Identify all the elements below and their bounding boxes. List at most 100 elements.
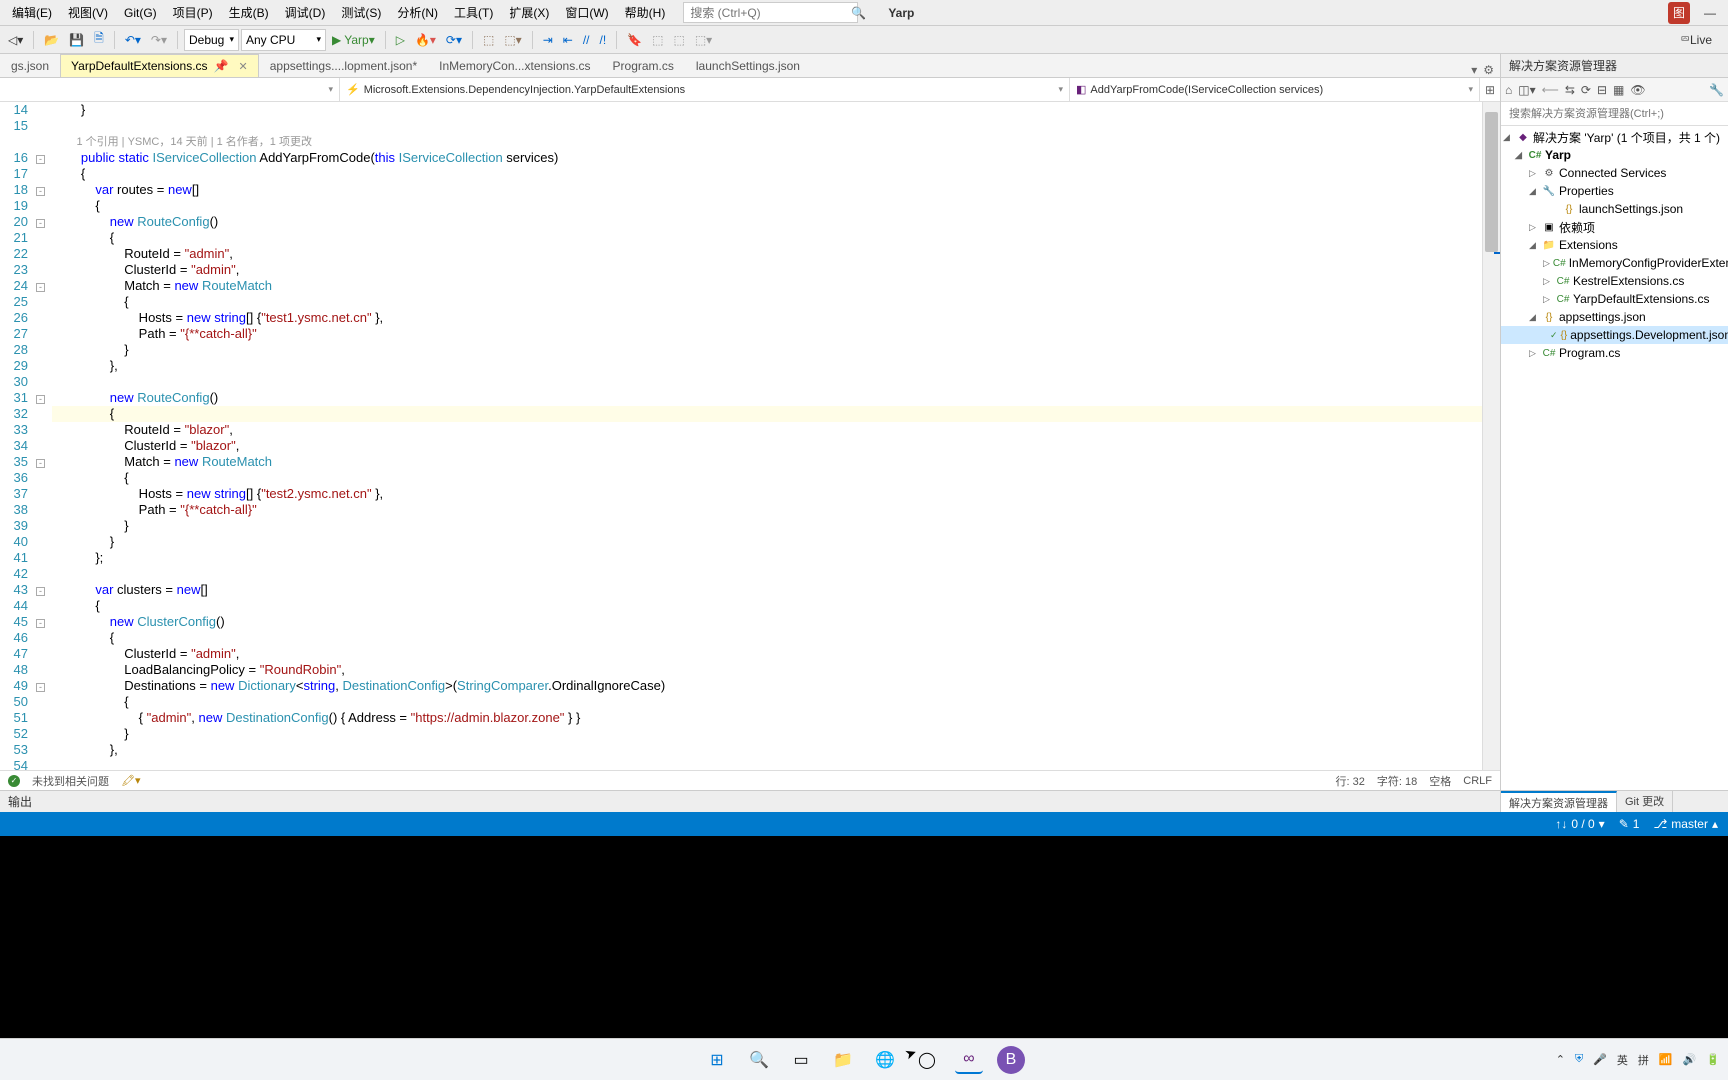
menu-tools[interactable]: 工具(T): [446, 1, 501, 24]
taskbar-taskview[interactable]: ▭: [787, 1046, 815, 1074]
tray-defender-icon[interactable]: ⛨: [1575, 1053, 1583, 1066]
taskbar-explorer[interactable]: 📁: [829, 1046, 857, 1074]
node-kestrel[interactable]: ▷C#KestrelExtensions.cs: [1501, 272, 1728, 290]
tab-gs-json[interactable]: gs.json: [0, 54, 60, 77]
tray-ime2[interactable]: 拼: [1638, 1052, 1649, 1068]
node-inmemory[interactable]: ▷C#InMemoryConfigProviderExtensio: [1501, 254, 1728, 272]
start-nodebug-button[interactable]: ▷: [392, 31, 409, 49]
platform-dropdown[interactable]: Any CPU▾: [241, 29, 326, 51]
sln-views-icon[interactable]: ◫▾: [1518, 83, 1535, 97]
tab-program[interactable]: Program.cs: [602, 54, 685, 77]
start-button[interactable]: ⊞: [703, 1046, 731, 1074]
menu-test[interactable]: 测试(S): [333, 1, 389, 24]
taskbar-chrome[interactable]: ◯: [913, 1046, 941, 1074]
redo-button[interactable]: ↷▾: [147, 31, 171, 49]
tab-settings-icon[interactable]: ⚙: [1483, 63, 1494, 77]
back-button[interactable]: ◁▾: [4, 31, 27, 49]
tb-misc1[interactable]: ⬚: [648, 31, 667, 49]
code-editor[interactable]: 1415161718192021222324252627282930313233…: [0, 102, 1500, 770]
sln-collapse-icon[interactable]: ⊟: [1597, 83, 1607, 97]
taskbar-visualstudio[interactable]: ∞: [955, 1046, 983, 1074]
tab-appsettings-dev[interactable]: appsettings....lopment.json*: [259, 54, 428, 77]
solution-root[interactable]: ◢◆解决方案 'Yarp' (1 个项目，共 1 个): [1501, 128, 1728, 146]
solution-search[interactable]: [1501, 102, 1728, 126]
menu-debug[interactable]: 调试(D): [277, 1, 334, 24]
line-indicator[interactable]: 行: 32: [1336, 773, 1365, 789]
tb-misc2[interactable]: ⬚: [669, 31, 688, 49]
tab-inmemory[interactable]: InMemoryCon...xtensions.cs: [428, 54, 601, 77]
tray-chevron-icon[interactable]: ⌃: [1556, 1053, 1565, 1066]
menu-extensions[interactable]: 扩展(X): [501, 1, 557, 24]
menu-view[interactable]: 视图(V): [60, 1, 116, 24]
btab-git-changes[interactable]: Git 更改: [1617, 791, 1673, 812]
tab-launchsettings[interactable]: launchSettings.json: [685, 54, 811, 77]
project-yarp[interactable]: ◢C#Yarp: [1501, 146, 1728, 164]
node-connected-services[interactable]: ▷⚙Connected Services: [1501, 164, 1728, 182]
taskbar-edge[interactable]: 🌐: [871, 1046, 899, 1074]
btab-solution-explorer[interactable]: 解决方案资源管理器: [1501, 791, 1617, 812]
git-changes[interactable]: ✎ 1: [1619, 817, 1640, 831]
issues-text[interactable]: 未找到相关问题: [32, 773, 109, 789]
system-tray[interactable]: ⌃ ⛨ 🎤 英 拼 📶 🔊 🔋: [1556, 1052, 1720, 1068]
tray-wifi-icon[interactable]: 📶: [1659, 1053, 1673, 1066]
menu-window[interactable]: 窗口(W): [557, 1, 616, 24]
node-extensions[interactable]: ◢📁Extensions: [1501, 236, 1728, 254]
encoding-indicator[interactable]: CRLF: [1463, 775, 1492, 787]
undo-button[interactable]: ↶▾: [121, 31, 145, 49]
sln-showall-icon[interactable]: ▦: [1613, 83, 1624, 97]
start-debug-button[interactable]: ▶Yarp ▾: [328, 31, 379, 49]
nav-namespace[interactable]: ▾: [0, 78, 340, 101]
hot-reload-button[interactable]: 🔥▾: [411, 31, 440, 49]
menu-build[interactable]: 生成(B): [221, 1, 277, 24]
save-button[interactable]: 💾: [65, 31, 88, 49]
tb-misc3[interactable]: ⬚▾: [691, 31, 716, 49]
solution-tree[interactable]: ◢◆解决方案 'Yarp' (1 个项目，共 1 个) ◢C#Yarp ▷⚙Co…: [1501, 126, 1728, 790]
restart-button[interactable]: ⟳▾: [442, 31, 466, 49]
comment-button[interactable]: //: [579, 31, 594, 49]
save-all-button[interactable]: 🗎: [90, 27, 108, 52]
node-program[interactable]: ▷C#Program.cs: [1501, 344, 1728, 362]
tray-ime1[interactable]: 英: [1617, 1052, 1628, 1068]
node-appsettings-dev[interactable]: ✓{}appsettings.Development.json: [1501, 326, 1728, 344]
tray-volume-icon[interactable]: 🔊: [1683, 1053, 1697, 1066]
node-appsettings[interactable]: ◢{}appsettings.json: [1501, 308, 1728, 326]
nav-member[interactable]: ◧AddYarpFromCode(IServiceCollection serv…: [1070, 78, 1480, 101]
menu-edit[interactable]: 编辑(E): [4, 1, 60, 24]
account-avatar[interactable]: 图: [1668, 2, 1690, 24]
node-deps[interactable]: ▷▣依赖项: [1501, 218, 1728, 236]
step2-button[interactable]: ⬚▾: [500, 31, 525, 49]
menu-project[interactable]: 项目(P): [165, 1, 221, 24]
tray-mic-icon[interactable]: 🎤: [1593, 1053, 1607, 1066]
sln-back-icon[interactable]: ⟵: [1542, 83, 1559, 97]
sln-sync-icon[interactable]: ⇆: [1565, 83, 1575, 97]
minimize-button[interactable]: —: [1696, 2, 1724, 24]
uncomment-button[interactable]: /!: [596, 31, 611, 49]
col-indicator[interactable]: 字符: 18: [1377, 773, 1417, 789]
sln-wrench-icon[interactable]: 🔧: [1709, 83, 1724, 97]
solution-search-input[interactable]: [1501, 102, 1728, 125]
close-icon[interactable]: ✕: [239, 60, 248, 73]
open-button[interactable]: 📂: [40, 31, 63, 49]
quick-launch-input[interactable]: [684, 6, 851, 20]
git-updown[interactable]: ↑↓ 0 / 0 ▾: [1555, 817, 1604, 831]
taskbar-search[interactable]: 🔍: [745, 1046, 773, 1074]
tab-yarpdefaultextensions[interactable]: YarpDefaultExtensions.cs📌✕: [60, 54, 259, 77]
node-yarpdefault[interactable]: ▷C#YarpDefaultExtensions.cs: [1501, 290, 1728, 308]
split-editor-icon[interactable]: ⊞: [1480, 78, 1500, 101]
tab-overflow-icon[interactable]: ▾: [1471, 63, 1477, 77]
sln-preview-icon[interactable]: 👁: [1630, 83, 1645, 97]
spaces-indicator[interactable]: 空格: [1429, 773, 1451, 789]
outdent-button[interactable]: ⇤: [559, 31, 577, 49]
live-share-button[interactable]: ⮹ Live: [1676, 30, 1716, 49]
node-launchsettings[interactable]: {}launchSettings.json: [1501, 200, 1728, 218]
vertical-scrollbar[interactable]: [1482, 102, 1500, 770]
step-button[interactable]: ⬚: [479, 31, 498, 49]
menu-help[interactable]: 帮助(H): [617, 1, 674, 24]
node-properties[interactable]: ◢🔧Properties: [1501, 182, 1728, 200]
sln-refresh-icon[interactable]: ⟳: [1581, 83, 1591, 97]
menu-analyze[interactable]: 分析(N): [389, 1, 446, 24]
git-branch[interactable]: ⎇ master ▴: [1653, 817, 1718, 831]
highlight-icon[interactable]: 🖍▾: [121, 774, 141, 787]
nav-class[interactable]: ⚡Microsoft.Extensions.DependencyInjectio…: [340, 78, 1070, 101]
config-dropdown[interactable]: Debug▾: [184, 29, 239, 51]
